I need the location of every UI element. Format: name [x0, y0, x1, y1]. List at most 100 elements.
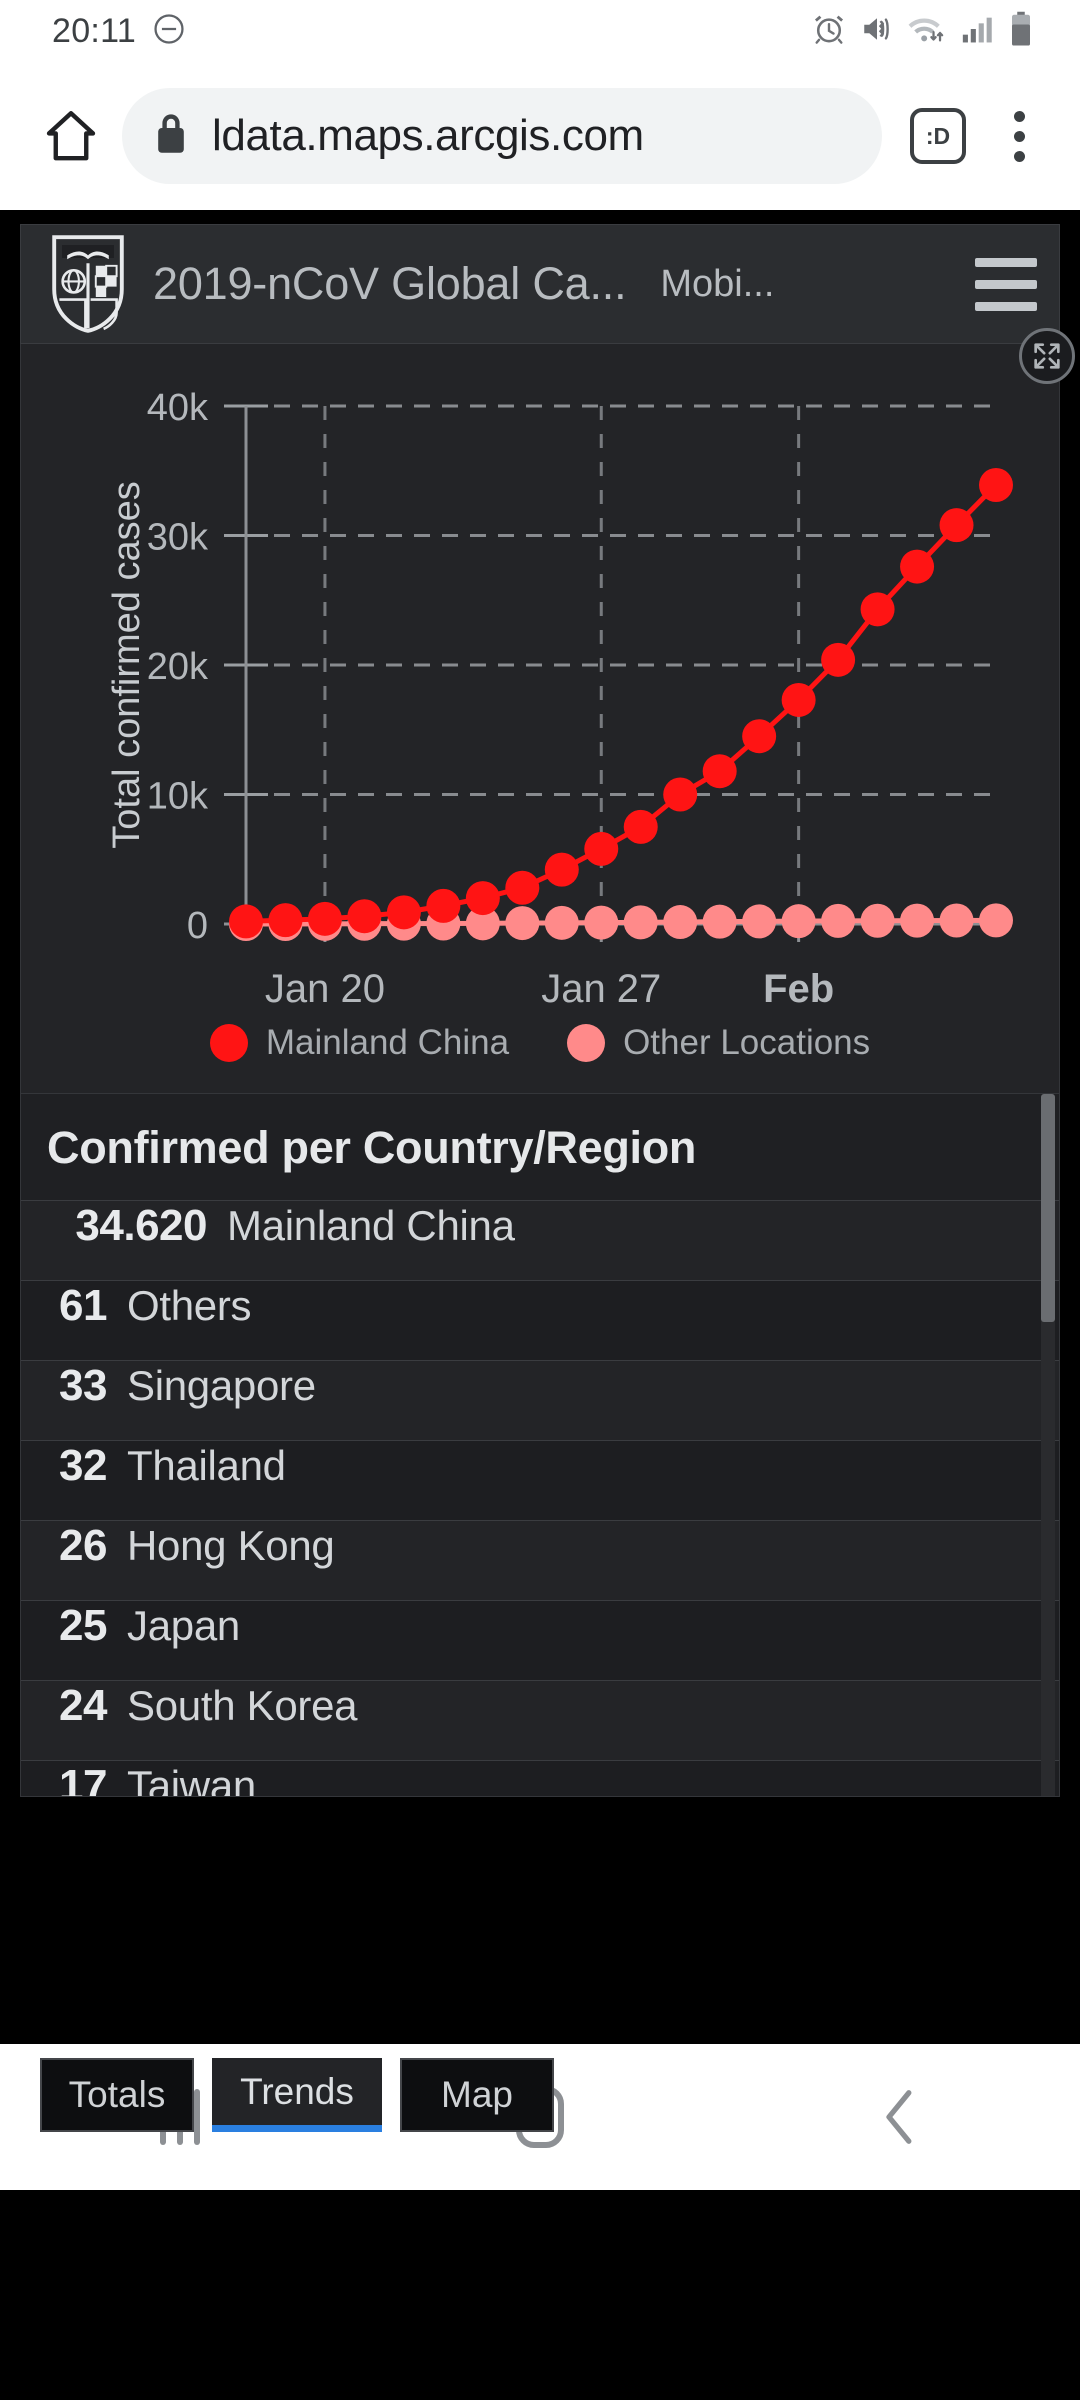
table-row[interactable]: 33 Singapore [21, 1360, 1059, 1440]
data-point [229, 904, 263, 939]
data-point [979, 903, 1013, 938]
table-row[interactable]: 25 Japan [21, 1600, 1059, 1680]
hamburger-menu-icon[interactable] [975, 257, 1037, 311]
y-tick-label: 0 [187, 905, 208, 947]
wifi-icon [908, 12, 946, 51]
expand-fullscreen-icon[interactable] [1019, 328, 1075, 384]
table-row[interactable]: 26 Hong Kong [21, 1520, 1059, 1600]
home-button[interactable] [34, 99, 108, 173]
legend-swatch [209, 1024, 248, 1062]
data-point [702, 904, 737, 939]
data-point [584, 831, 619, 866]
data-point [623, 905, 658, 940]
app-subtitle: Mobi... [660, 262, 775, 305]
list-title: Confirmed per Country/Region [47, 1122, 697, 1173]
x-tick-label: Jan 27 [541, 967, 661, 1011]
row-country-label: Singapore [127, 1362, 316, 1409]
browser-menu-button[interactable] [992, 101, 1046, 171]
do-not-disturb-icon [152, 12, 186, 51]
data-point [663, 905, 698, 940]
x-tick-label: Feb [763, 967, 834, 1011]
line-chart-svg: 0 10k 20k 30k 40k Total confirmed cases Jan 20… [106, 387, 1013, 1011]
legend-item-mainland-china[interactable]: Mainland China [209, 1023, 510, 1063]
data-point [426, 888, 461, 923]
data-point [821, 642, 856, 677]
table-row[interactable]: 24 South Korea [21, 1680, 1059, 1760]
data-point [347, 899, 382, 934]
data-point [268, 903, 303, 938]
status-clock: 20:11 [52, 11, 137, 50]
back-chevron-icon[interactable] [840, 2062, 960, 2172]
status-bar-right [812, 11, 1034, 52]
signal-icon [960, 12, 994, 51]
y-tick-label: 10k [147, 776, 209, 818]
data-point [505, 906, 540, 941]
chart-canvas: 0 10k 20k 30k 40k Total confirmed cases Jan 20… [21, 344, 1059, 1093]
url-text: ldata.maps.arcgis.com [212, 111, 644, 160]
y-tick-label: 30k [147, 517, 209, 559]
hamburger-line [975, 301, 1037, 311]
tab-trends[interactable]: Trends [212, 2058, 382, 2132]
battery-icon [1008, 11, 1034, 52]
data-point [742, 719, 777, 754]
y-tick-label: 40k [147, 387, 209, 429]
list-scrollbar-thumb[interactable] [1041, 1094, 1055, 1322]
data-point [821, 903, 856, 938]
row-case-count: 25 [59, 1601, 107, 1650]
kebab-dot [1013, 110, 1025, 122]
data-point [544, 905, 579, 940]
legend-item-other-locations[interactable]: Other Locations [567, 1023, 870, 1063]
alarm-icon [812, 12, 846, 51]
row-case-count: 34.620 [75, 1201, 207, 1250]
row-country-label: Japan [127, 1602, 240, 1649]
data-point [465, 881, 500, 916]
app-title: 2019-nCoV Global Ca... [153, 258, 627, 309]
legend-label: Mainland China [265, 1023, 510, 1062]
row-case-count: 33 [59, 1361, 107, 1410]
table-row[interactable]: 34.620 Mainland China [21, 1200, 1059, 1280]
chart-legend: Mainland China Other Locations [21, 1023, 1059, 1063]
row-country-label: Hong Kong [127, 1522, 335, 1569]
legend-label: Other Locations [623, 1023, 871, 1062]
trends-chart-panel: 0 10k 20k 30k 40k Total confirmed cases Jan 20… [20, 328, 1075, 1094]
confirmed-per-country-panel: Confirmed per Country/Region 34.620 Mainl… [20, 1094, 1060, 1797]
row-country-label: Taiwan [127, 1762, 256, 1797]
kebab-dot [1013, 150, 1025, 162]
data-point [663, 777, 698, 812]
jhu-shield-logo [49, 232, 127, 336]
data-point [860, 903, 895, 938]
address-bar[interactable]: ldata.maps.arcgis.com [122, 88, 882, 184]
row-country-label: Others [127, 1282, 252, 1329]
table-row[interactable]: 17 Taiwan [21, 1760, 1059, 1797]
row-case-count: 24 [59, 1681, 107, 1730]
data-point [742, 904, 777, 939]
data-point [781, 904, 816, 939]
row-country-label: South Korea [127, 1682, 358, 1729]
status-bar-left: 20:11 [52, 12, 186, 51]
y-tick-label: 20k [147, 646, 209, 688]
hamburger-line [975, 279, 1037, 289]
hamburger-line [975, 257, 1037, 267]
lock-secure-icon [152, 112, 190, 161]
data-point [900, 903, 935, 938]
tab-map[interactable]: Map [400, 2058, 554, 2132]
row-country-label: Mainland China [227, 1202, 515, 1249]
tab-counter-button[interactable]: :D [910, 108, 966, 164]
data-point [979, 467, 1013, 502]
data-point [505, 870, 540, 905]
row-case-count: 61 [59, 1281, 107, 1330]
legend-swatch [567, 1024, 606, 1062]
data-point [623, 809, 658, 844]
tab-totals[interactable]: Totals [40, 2058, 194, 2132]
data-point [584, 905, 619, 940]
view-tab-bar[interactable]: Totals Trends Map [40, 2058, 554, 2132]
country-list[interactable]: 34.620 Mainland China 61 Others 33 Singapore 3… [21, 1200, 1059, 1797]
row-case-count: 32 [59, 1441, 107, 1490]
table-row[interactable]: 32 Thailand [21, 1440, 1059, 1520]
table-row[interactable]: 61 Others [21, 1280, 1059, 1360]
data-point [544, 852, 579, 887]
data-point [860, 592, 895, 627]
browser-toolbar: ldata.maps.arcgis.com :D [0, 62, 1080, 210]
data-point [702, 754, 737, 789]
android-status-bar: 20:11 [0, 0, 1080, 62]
